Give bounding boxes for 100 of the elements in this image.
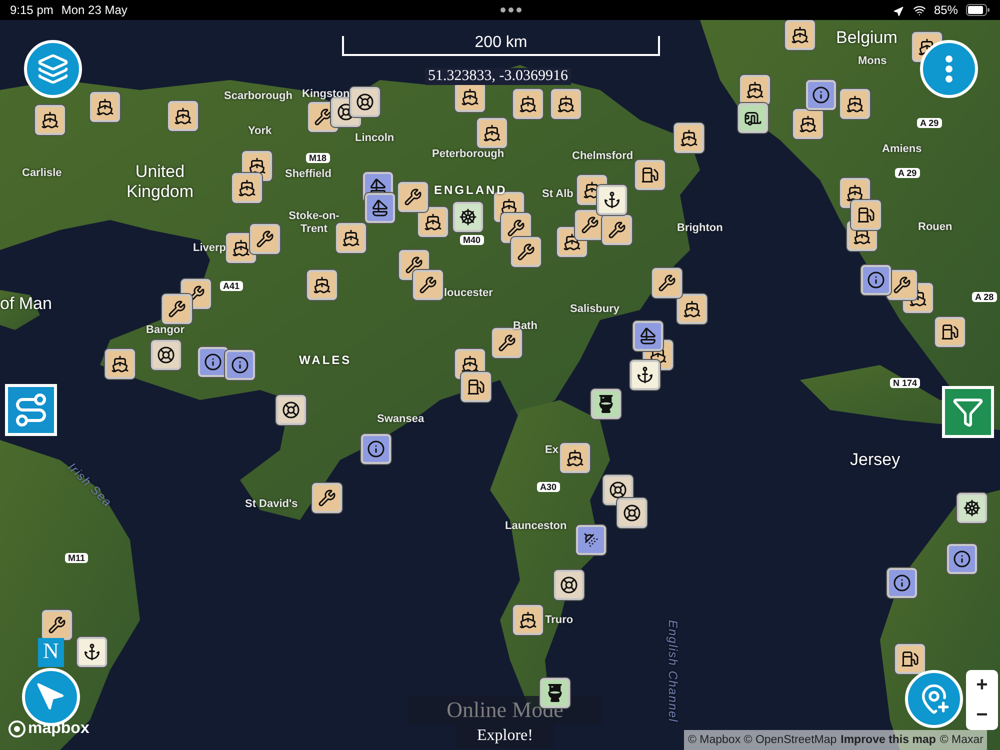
place-name: Salisbury — [570, 303, 620, 315]
info-icon — [812, 86, 830, 104]
shower-marker[interactable] — [576, 525, 606, 555]
navigation-arrow-icon — [36, 682, 66, 712]
caravan-icon — [744, 109, 762, 127]
ship-icon — [683, 300, 701, 318]
wrench-icon — [517, 243, 535, 261]
route-button[interactable] — [5, 384, 57, 436]
harbour-marker[interactable] — [168, 101, 198, 131]
wrench-icon — [507, 219, 525, 237]
info-marker[interactable] — [806, 80, 836, 110]
harbour-marker[interactable] — [418, 207, 448, 237]
harbour-marker[interactable] — [307, 270, 337, 300]
repair-marker[interactable] — [602, 215, 632, 245]
ship-icon — [557, 95, 575, 113]
harbour-marker[interactable] — [785, 20, 815, 50]
anchor-icon — [83, 643, 101, 661]
filter-button[interactable] — [942, 386, 994, 438]
improve-map-link[interactable]: Improve this map — [840, 734, 936, 746]
place-name: Scarborough — [224, 90, 292, 102]
fuel-marker[interactable] — [635, 160, 665, 190]
ship-wheel-marker[interactable] — [453, 202, 483, 232]
ship-icon — [232, 239, 250, 257]
sailing-marker[interactable] — [365, 193, 395, 223]
harbour-marker[interactable] — [336, 223, 366, 253]
harbour-marker[interactable] — [35, 105, 65, 135]
toilet-marker[interactable] — [591, 389, 621, 419]
place-name: Swansea — [377, 413, 424, 425]
lifebuoy-icon — [560, 576, 578, 594]
fuel-marker[interactable] — [935, 317, 965, 347]
harbour-marker[interactable] — [513, 605, 543, 635]
harbour-marker[interactable] — [551, 89, 581, 119]
harbour-marker[interactable] — [232, 173, 262, 203]
fuel-pump-icon — [641, 166, 659, 184]
repair-marker[interactable] — [398, 182, 428, 212]
anchorage-marker[interactable] — [597, 185, 627, 215]
repair-marker[interactable] — [42, 610, 72, 640]
multitasking-dots-icon[interactable] — [500, 7, 522, 13]
harbour-marker[interactable] — [105, 349, 135, 379]
road-number: M40 — [460, 235, 484, 245]
info-marker[interactable] — [361, 434, 391, 464]
repair-marker[interactable] — [652, 268, 682, 298]
anchor-icon — [603, 191, 621, 209]
info-marker[interactable] — [947, 544, 977, 574]
buoy-marker[interactable] — [617, 498, 647, 528]
harbour-marker[interactable] — [560, 443, 590, 473]
caravan-marker[interactable] — [738, 103, 768, 133]
fuel-marker[interactable] — [851, 200, 881, 230]
info-marker[interactable] — [861, 265, 891, 295]
place-name: Rouen — [918, 221, 952, 233]
ship-icon — [96, 98, 114, 116]
harbour-marker[interactable] — [677, 294, 707, 324]
info-marker[interactable] — [198, 347, 228, 377]
fuel-pump-icon — [901, 650, 919, 668]
repair-marker[interactable] — [312, 483, 342, 513]
wrench-icon — [658, 274, 676, 292]
ship-icon — [461, 355, 479, 373]
mode-subtitle: Explore! — [456, 724, 554, 748]
wrench-icon — [581, 216, 599, 234]
anchorage-marker[interactable] — [77, 637, 107, 667]
buoy-marker[interactable] — [151, 340, 181, 370]
wifi-icon — [912, 4, 926, 16]
wrench-icon — [318, 489, 336, 507]
info-icon — [231, 356, 249, 374]
buoy-marker[interactable] — [350, 87, 380, 117]
road-number: A30 — [537, 482, 560, 492]
toilet-icon — [546, 684, 564, 702]
repair-marker[interactable] — [511, 237, 541, 267]
fuel-marker[interactable] — [895, 644, 925, 674]
harbour-marker[interactable] — [477, 118, 507, 148]
info-marker[interactable] — [887, 568, 917, 598]
lifebuoy-icon — [623, 504, 641, 522]
repair-marker[interactable] — [492, 328, 522, 358]
repair-marker[interactable] — [162, 294, 192, 324]
harbour-marker[interactable] — [840, 89, 870, 119]
wrench-icon — [404, 188, 422, 206]
fuel-pump-icon — [941, 323, 959, 341]
buoy-marker[interactable] — [276, 395, 306, 425]
anchorage-marker[interactable] — [630, 360, 660, 390]
repair-marker[interactable] — [413, 270, 443, 300]
harbour-marker[interactable] — [90, 92, 120, 122]
info-icon — [893, 574, 911, 592]
harbour-marker[interactable] — [513, 89, 543, 119]
harbour-marker[interactable] — [740, 75, 770, 105]
anchor-icon — [636, 366, 654, 384]
repair-marker[interactable] — [250, 224, 280, 254]
zoom-in-button[interactable]: + — [966, 670, 998, 700]
fuel-marker[interactable] — [461, 372, 491, 402]
info-marker[interactable] — [225, 350, 255, 380]
zoom-out-button[interactable]: − — [966, 700, 998, 730]
ship-icon — [566, 449, 584, 467]
harbour-marker[interactable] — [674, 123, 704, 153]
buoy-marker[interactable] — [554, 570, 584, 600]
imagery-credit: © Maxar — [940, 734, 984, 746]
harbour-marker[interactable] — [793, 109, 823, 139]
fuel-pump-icon — [857, 206, 875, 224]
harbour-marker[interactable] — [455, 82, 485, 112]
ship-icon — [41, 111, 59, 129]
sailing-marker[interactable] — [633, 321, 663, 351]
ship-wheel-marker[interactable] — [957, 493, 987, 523]
